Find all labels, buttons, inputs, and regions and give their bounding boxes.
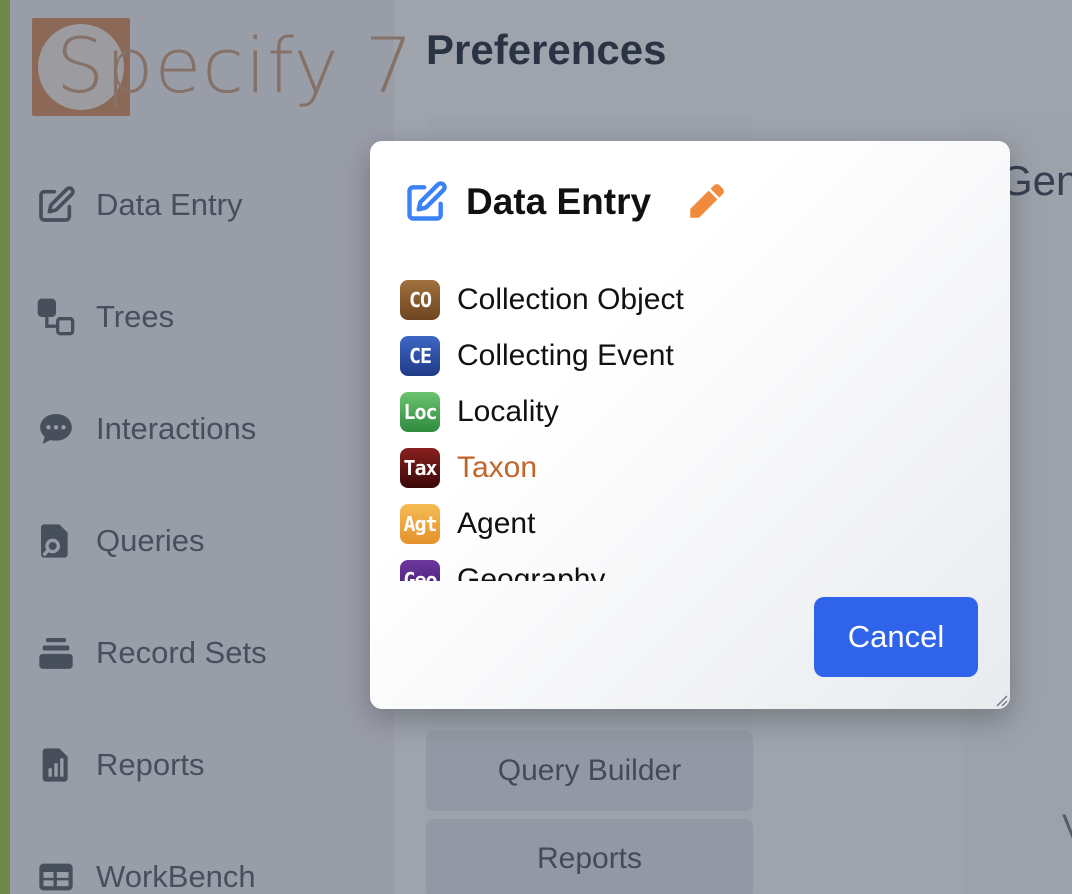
list-item-taxon[interactable]: Tax Taxon <box>400 445 537 491</box>
cancel-button[interactable]: Cancel <box>814 597 978 677</box>
dialog-title: Data Entry <box>466 181 652 222</box>
list-item-label: Taxon <box>457 451 538 484</box>
list-item-collection-object[interactable]: CO Collection Object <box>400 277 684 323</box>
locality-icon: Loc <box>400 392 440 432</box>
list-item-label: Collecting Event <box>457 339 674 372</box>
list-item-agent[interactable]: Agt Agent <box>400 501 535 547</box>
table-list: CO Collection Object CE Collecting Event… <box>400 277 960 581</box>
taxon-icon: Tax <box>400 448 440 488</box>
pencil-icon[interactable] <box>685 181 727 223</box>
list-item-collecting-event[interactable]: CE Collecting Event <box>400 333 674 379</box>
list-item-label: Agent <box>457 507 536 540</box>
collection-object-icon: CO <box>400 280 440 320</box>
list-item-locality[interactable]: Loc Locality <box>400 389 559 435</box>
agent-icon: Agt <box>400 504 440 544</box>
list-item-label: Geography <box>457 563 606 581</box>
data-entry-dialog: Data Entry CO Collection Object CE Colle… <box>370 141 1010 709</box>
resize-handle-icon[interactable] <box>992 691 1008 707</box>
list-item-label: Locality <box>457 395 559 428</box>
geography-icon: Geo <box>400 560 440 581</box>
pencil-square-icon <box>407 181 447 221</box>
list-item-label: Collection Object <box>457 283 684 316</box>
collecting-event-icon: CE <box>400 336 440 376</box>
list-item-geography[interactable]: Geo Geography <box>400 557 605 581</box>
dialog-header: Data Entry <box>404 179 727 225</box>
